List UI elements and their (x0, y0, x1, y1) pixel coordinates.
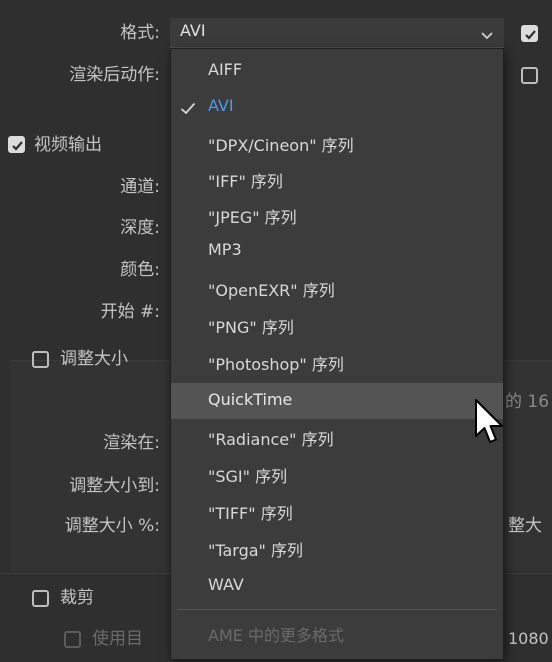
menu-separator (177, 609, 497, 610)
render-at-label: 渲染在: (103, 433, 160, 453)
menu-item-targa[interactable]: "Targa" 序列 (171, 530, 503, 566)
format-label: 格式: (120, 23, 160, 43)
menu-item-png[interactable]: "PNG" 序列 (171, 307, 503, 343)
format-dropdown[interactable]: AVI (170, 18, 504, 48)
menu-item-mp3[interactable]: MP3 (171, 233, 503, 269)
right-partial-text-1: 的 16 (505, 392, 550, 412)
use-target-checkbox[interactable] (64, 631, 81, 648)
menu-item-wav[interactable]: WAV (171, 568, 503, 604)
menu-item-iff[interactable]: "IFF" 序列 (171, 161, 503, 197)
resize-percent-label: 调整大小 %: (64, 516, 160, 536)
resize-checkbox[interactable] (32, 351, 49, 368)
menu-item-sgi[interactable]: "SGI" 序列 (171, 456, 503, 492)
post-render-checkbox[interactable] (521, 67, 538, 84)
menu-item-openexr[interactable]: "OpenEXR" 序列 (171, 270, 503, 306)
menu-item-dpx-cineon[interactable]: "DPX/Cineon" 序列 (171, 125, 503, 161)
menu-item-quicktime[interactable]: QuickTime (171, 383, 503, 419)
resize-label: 调整大小 (60, 349, 128, 369)
crop-label: 裁剪 (60, 588, 94, 608)
menu-item-photoshop[interactable]: "Photoshop" 序列 (171, 344, 503, 380)
video-output-label: 视频输出 (34, 135, 102, 155)
right-partial-text-2: 整大 (508, 516, 542, 536)
use-target-label: 使用目 (92, 629, 143, 649)
menu-item-avi[interactable]: AVI (171, 89, 503, 125)
depth-label: 深度: (120, 218, 160, 238)
menu-item-tiff[interactable]: "TIFF" 序列 (171, 493, 503, 529)
chevron-down-icon (480, 26, 494, 45)
checkmark-icon (180, 100, 196, 119)
menu-item-aiff[interactable]: AIFF (171, 53, 503, 89)
mouse-pointer-icon (474, 398, 504, 450)
post-render-label: 渲染后动作: (69, 65, 160, 85)
menu-item-more-formats-ame: AME 中的更多格式 (208, 626, 344, 645)
right-partial-text-3: 1080 (508, 629, 549, 648)
channel-label: 通道: (120, 177, 160, 197)
format-dropdown-menu: AIFF AVI "DPX/Cineon" 序列 "IFF" 序列 "JPEG"… (170, 48, 504, 660)
color-label: 颜色: (120, 260, 160, 280)
format-dropdown-value: AVI (180, 21, 206, 40)
menu-item-radiance[interactable]: "Radiance" 序列 (171, 419, 503, 455)
menu-item-jpeg[interactable]: "JPEG" 序列 (171, 197, 503, 233)
start-number-label: 开始 #: (100, 302, 160, 322)
resize-to-label: 调整大小到: (69, 476, 160, 496)
video-output-checkbox[interactable] (8, 136, 25, 153)
crop-checkbox[interactable] (32, 590, 49, 607)
format-options-checkbox[interactable] (521, 25, 538, 42)
